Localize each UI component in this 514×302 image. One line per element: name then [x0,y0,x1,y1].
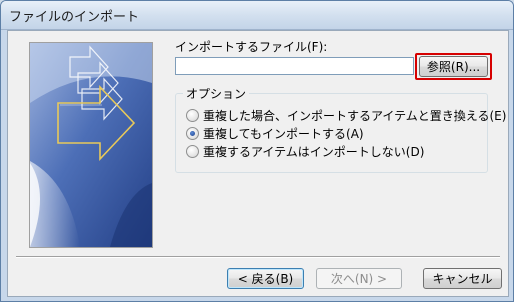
title-bar[interactable]: ファイルのインポート [1,1,513,30]
radio-button-selected[interactable] [186,126,199,140]
option-skip-duplicates[interactable]: 重複するアイテムはインポートしない(D) [186,143,424,159]
import-arrows-illustration [30,43,152,247]
back-button[interactable]: < 戻る(B) [227,268,304,289]
option-label: 重複した場合、インポートするアイテムと置き換える(E) [203,108,507,123]
import-file-dialog: ファイルのインポート インポートするファイル(F): 参照(R)... オプショ… [0,0,514,302]
options-group-legend: オプション [183,85,250,102]
option-label: 重複するアイテムはインポートしない(D) [203,144,425,159]
window-title: ファイルのインポート [9,10,140,25]
radio-button[interactable] [186,144,199,158]
dialog-body: インポートするファイル(F): 参照(R)... オプション 重複した場合、イン… [7,30,509,297]
radio-button[interactable] [186,108,199,122]
option-label: 重複してもインポートする(A) [203,126,364,141]
option-replace-duplicates[interactable]: 重複した場合、インポートするアイテムと置き換える(E) [186,107,506,123]
cancel-button[interactable]: キャンセル [423,268,502,289]
footer-divider [16,256,500,258]
import-file-label: インポートするファイル(F): [175,40,328,54]
import-file-path-input[interactable] [175,57,414,75]
option-allow-duplicates[interactable]: 重複してもインポートする(A) [186,125,364,141]
next-button-disabled: 次へ(N) > [316,268,402,289]
wizard-banner-image [29,42,153,248]
browse-button[interactable]: 参照(R)... [419,56,488,77]
